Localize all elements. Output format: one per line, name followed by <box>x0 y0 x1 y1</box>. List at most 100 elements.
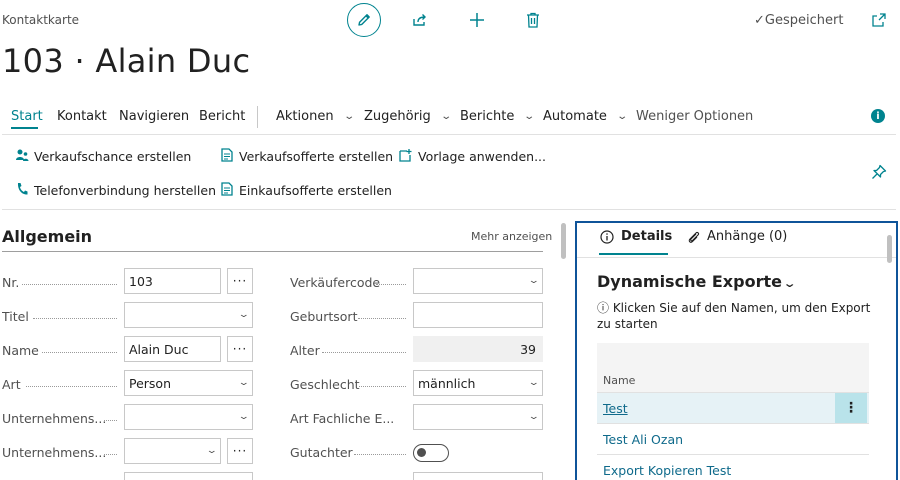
titel-select[interactable]: ⌄ <box>124 302 253 328</box>
info-icon <box>600 229 614 244</box>
geburtsort-input[interactable] <box>413 302 543 328</box>
page-caption: Kontaktkarte <box>2 13 80 27</box>
chevron-down-icon: ⌄ <box>528 378 541 388</box>
menu-divider-line <box>2 134 896 135</box>
nr-assist-button[interactable]: ··· <box>227 268 253 294</box>
show-more-link[interactable]: Mehr anzeigen <box>471 230 552 243</box>
chevron-down-icon: ⌄ <box>782 277 797 290</box>
row-menu-button[interactable]: ⋮ <box>835 393 867 423</box>
menu-automate[interactable]: Automate ⌄ <box>543 109 628 124</box>
tab-details[interactable]: Details <box>600 229 672 244</box>
column-header-name: Name <box>603 374 636 387</box>
ellipsis-icon: ··· <box>232 274 248 288</box>
chevron-down-icon: ⌄ <box>616 111 628 122</box>
table-row[interactable]: Export Kopieren Test <box>597 455 869 480</box>
tab-navigieren[interactable]: Navigieren <box>119 109 189 124</box>
tab-start[interactable]: Start <box>11 109 43 124</box>
export-link[interactable]: Test Ali Ozan <box>603 432 683 447</box>
info-icon[interactable]: i <box>871 109 885 123</box>
label-leader <box>322 352 406 353</box>
field-label-geburtsort: Geburtsort <box>290 309 358 324</box>
field-label-art: Art <box>2 377 21 392</box>
tab-attachments[interactable]: Anhänge (0) <box>687 229 787 244</box>
new-button[interactable] <box>460 3 494 37</box>
label-leader <box>42 352 117 353</box>
field-label-art-fachliche: Art Fachliche E... <box>290 411 395 426</box>
field-label-unternehmen-2: Unternehmens... <box>2 445 107 460</box>
delete-button[interactable] <box>516 3 550 37</box>
actions-divider-line <box>2 209 896 210</box>
geschlecht-select[interactable]: männlich ⌄ <box>413 370 543 396</box>
table-row[interactable]: Test ⋮ <box>597 393 869 423</box>
apply-template-action[interactable]: Vorlage anwenden... <box>399 148 546 165</box>
gutachter-toggle[interactable] <box>413 444 449 462</box>
export-hint: ⓘ Klicken Sie auf den Namen, um den Expo… <box>597 301 871 331</box>
dynamic-exports-heading[interactable]: Dynamische Exporte⌄ <box>597 272 797 291</box>
chevron-down-icon: ⌄ <box>528 412 541 422</box>
unternehmen-select[interactable]: ⌄ <box>124 404 253 430</box>
create-sales-opportunity-action[interactable]: Verkaufschance erstellen <box>15 148 191 165</box>
verkaeufercode-select[interactable]: ⌄ <box>413 268 543 294</box>
art-fachliche-select[interactable]: ⌄ <box>413 404 543 430</box>
chevron-down-icon: ⌄ <box>238 412 251 422</box>
table-header: Name <box>597 343 869 392</box>
menu-divider <box>257 106 258 128</box>
chevron-down-icon: ⌄ <box>238 310 251 320</box>
chevron-down-icon: ⌄ <box>528 276 541 286</box>
unternehmen-nr-select[interactable]: ⌄ <box>124 438 221 464</box>
create-purchase-quote-action[interactable]: Einkaufsofferte erstellen <box>220 182 392 199</box>
trash-icon <box>527 12 539 28</box>
field-label-nr: Nr. <box>2 275 20 290</box>
export-link[interactable]: Export Kopieren Test <box>603 463 731 478</box>
menu-aktionen[interactable]: Aktionen ⌄ <box>276 109 355 124</box>
unternehmen-assist-button[interactable]: ··· <box>227 438 253 464</box>
create-phone-call-action[interactable]: Telefonverbindung herstellen <box>15 182 216 199</box>
name-input[interactable]: Alain Duc <box>124 336 221 362</box>
field-label-verkaeufercode: Verkäufercode <box>290 275 381 290</box>
next-field[interactable] <box>413 472 543 480</box>
field-label-titel: Titel <box>2 309 29 324</box>
ellipsis-icon: ··· <box>232 342 248 356</box>
chevron-down-icon: ⌄ <box>440 111 452 122</box>
label-leader <box>104 454 117 455</box>
chevron-down-icon: ⌄ <box>238 378 251 388</box>
label-leader <box>354 454 406 455</box>
scrollbar[interactable] <box>887 235 892 263</box>
chevron-down-icon: ⌄ <box>523 111 536 122</box>
toggle-knob <box>417 448 426 457</box>
create-sales-quote-action[interactable]: Verkaufsofferte erstellen <box>220 148 393 165</box>
label-leader <box>33 318 117 319</box>
table-row[interactable]: Test Ali Ozan <box>597 424 869 454</box>
active-tab-indicator <box>11 127 38 129</box>
export-link[interactable]: Test <box>603 401 628 416</box>
alter-value: 39 <box>413 336 543 362</box>
fewer-options-link[interactable]: Weniger Optionen <box>636 109 753 124</box>
open-new-window-button[interactable] <box>862 3 896 37</box>
menu-berichte[interactable]: Berichte ⌄ <box>460 109 536 124</box>
nr-input[interactable]: 103 <box>124 268 221 294</box>
field-label-name: Name <box>2 343 39 358</box>
name-assist-button[interactable]: ··· <box>227 336 253 362</box>
label-leader <box>359 386 406 387</box>
label-leader <box>104 420 117 421</box>
label-leader <box>26 386 117 387</box>
label-leader <box>376 284 406 285</box>
plus-icon <box>470 13 484 27</box>
phone-icon <box>15 182 29 199</box>
tab-bericht[interactable]: Bericht <box>199 109 245 124</box>
art-select[interactable]: Person ⌄ <box>124 370 253 396</box>
field-label-alter: Alter <box>290 343 320 358</box>
saved-status: ✓Gespeichert <box>754 13 844 28</box>
next-field[interactable] <box>124 472 253 480</box>
document-icon <box>220 148 234 165</box>
chevron-down-icon: ⌄ <box>206 446 219 456</box>
ellipsis-icon: ··· <box>232 444 248 458</box>
share-button[interactable] <box>403 3 437 37</box>
edit-button[interactable] <box>347 3 381 37</box>
menu-zugehoerig[interactable]: Zugehörig ⌄ <box>364 109 452 124</box>
tab-kontakt[interactable]: Kontakt <box>57 109 107 124</box>
label-leader <box>358 318 406 319</box>
scrollbar[interactable] <box>561 223 566 259</box>
pin-icon[interactable] <box>871 164 887 184</box>
tab-divider <box>577 257 896 258</box>
